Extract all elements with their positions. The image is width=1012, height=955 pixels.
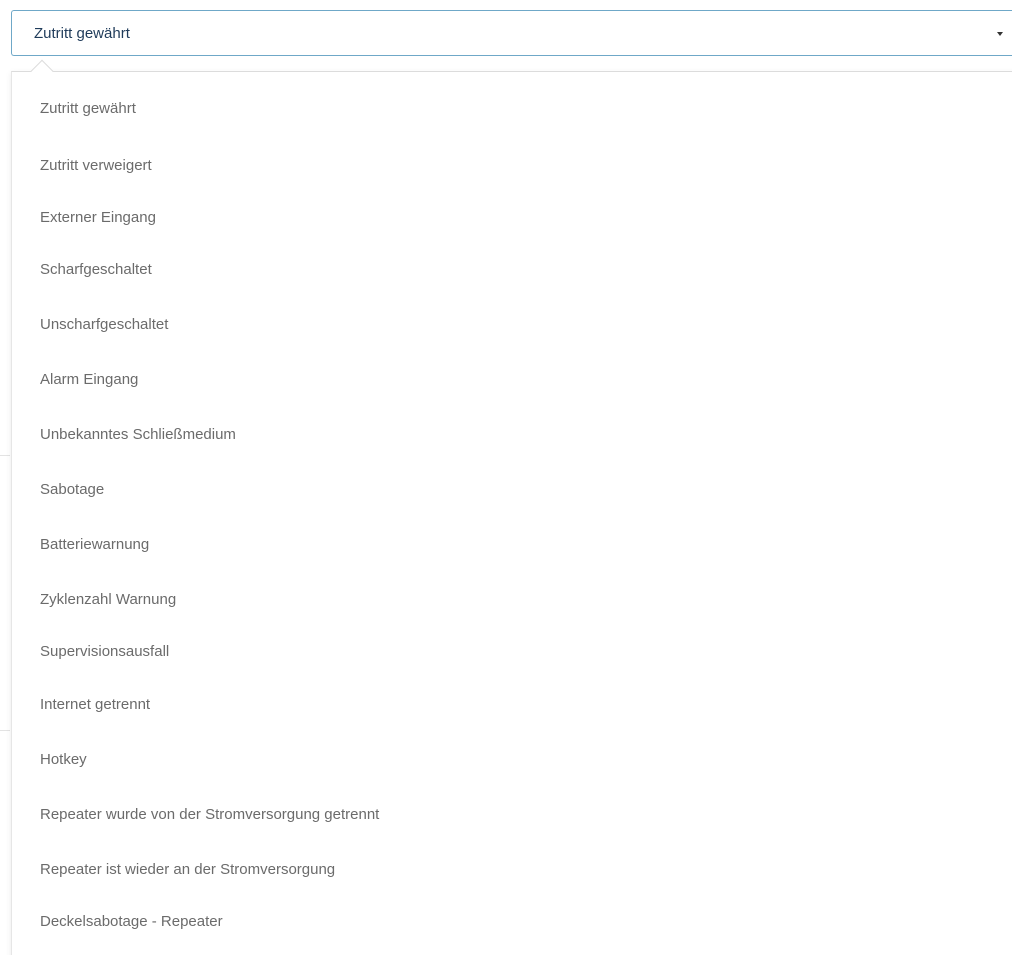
option-supervisionsausfall[interactable]: Supervisionsausfall: [40, 640, 169, 664]
option-zutritt-verweigert[interactable]: Zutritt verweigert: [40, 154, 152, 178]
caret-down-icon[interactable]: [997, 32, 1003, 36]
option-sabotage[interactable]: Sabotage: [40, 478, 104, 502]
option-repeater-wieder-an-stromversorgung[interactable]: Repeater ist wieder an der Stromversorgu…: [40, 858, 335, 882]
option-zyklenzahl-warnung[interactable]: Zyklenzahl Warnung: [40, 588, 176, 612]
option-hotkey[interactable]: Hotkey: [40, 748, 87, 772]
option-zutritt-gewaehrt[interactable]: Zutritt gewährt: [40, 97, 136, 121]
option-unscharfgeschaltet[interactable]: Unscharfgeschaltet: [40, 313, 168, 337]
option-scharfgeschaltet[interactable]: Scharfgeschaltet: [40, 258, 152, 282]
option-deckelsabotage-repeater[interactable]: Deckelsabotage - Repeater: [40, 910, 223, 934]
option-alarm-eingang[interactable]: Alarm Eingang: [40, 368, 138, 392]
dropdown-menu: Zutritt gewährt Zutritt verweigert Exter…: [11, 59, 1012, 955]
dropdown-pointer: [30, 59, 54, 83]
selected-value: Zutritt gewährt: [34, 25, 130, 42]
option-unbekanntes-schliessmedium[interactable]: Unbekanntes Schließmedium: [40, 423, 236, 447]
option-externer-eingang[interactable]: Externer Eingang: [40, 206, 156, 230]
background-divider: [0, 455, 10, 456]
event-type-select[interactable]: Zutritt gewährt: [11, 10, 1012, 56]
page: Zutritt gewährt Zutritt gewährt Zutritt …: [0, 0, 1012, 955]
option-batteriewarnung[interactable]: Batteriewarnung: [40, 533, 149, 557]
background-divider: [0, 730, 10, 731]
option-internet-getrennt[interactable]: Internet getrennt: [40, 693, 150, 717]
option-repeater-stromversorgung-getrennt[interactable]: Repeater wurde von der Stromversorgung g…: [40, 803, 379, 827]
